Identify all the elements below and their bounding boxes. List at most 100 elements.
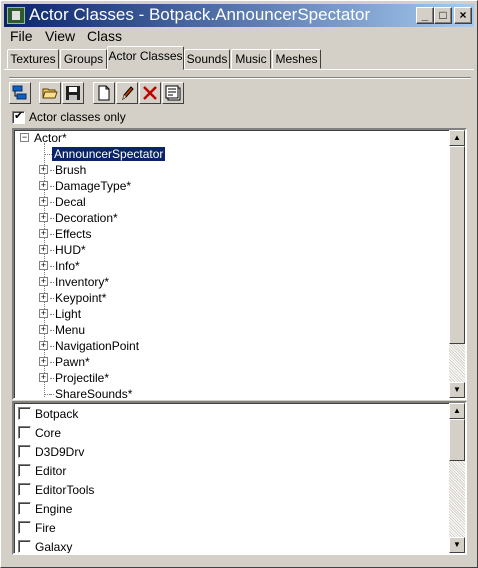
tree-connector (50, 234, 54, 235)
tab-actor-classes[interactable]: Actor Classes (107, 46, 184, 70)
tree-node[interactable]: Inventory* (55, 274, 109, 290)
delete-x-icon[interactable] (139, 82, 161, 104)
tree-node[interactable]: Projectile* (55, 370, 109, 386)
menu-class[interactable]: Class (87, 28, 122, 44)
expand-icon[interactable]: + (39, 181, 48, 190)
tree-node[interactable]: Menu (55, 322, 85, 338)
package-list-item[interactable]: Botpack (18, 404, 78, 422)
expand-icon[interactable]: + (39, 325, 48, 334)
tree-node[interactable]: Info* (55, 258, 80, 274)
tree-connector (50, 186, 54, 187)
open-folder-icon[interactable] (39, 82, 61, 104)
tree-connector (50, 218, 54, 219)
package-list-item[interactable]: Core (18, 423, 61, 441)
collapse-icon[interactable]: − (20, 133, 29, 142)
tree-connector (50, 250, 54, 251)
menu-view[interactable]: View (45, 28, 75, 44)
expand-icon[interactable]: + (39, 165, 48, 174)
package-label: D3D9Drv (35, 444, 85, 459)
tree-scrollbar[interactable]: ▲ ▼ (449, 130, 465, 398)
window-title: Actor Classes - Botpack.AnnouncerSpectat… (29, 5, 371, 24)
tree-view-icon[interactable] (9, 82, 31, 104)
toolbar (9, 82, 189, 104)
package-list-item[interactable]: Engine (18, 499, 72, 517)
actor-classes-only-checkbox[interactable]: Actor classes only (12, 109, 126, 126)
tab-textures[interactable]: Textures (7, 49, 59, 69)
tree-node[interactable]: Keypoint* (55, 290, 106, 306)
save-icon[interactable] (62, 82, 84, 104)
package-list-item[interactable]: EditorTools (18, 480, 94, 498)
expand-icon[interactable]: + (39, 197, 48, 206)
package-label: Editor (35, 463, 67, 478)
tree-connector (50, 346, 54, 347)
tab-sounds[interactable]: Sounds (184, 49, 230, 69)
tree-connector (50, 314, 54, 315)
scroll-down-arrow-icon[interactable]: ▼ (449, 537, 465, 553)
properties-icon[interactable] (162, 82, 184, 104)
tab-groups[interactable]: Groups (60, 49, 107, 69)
package-label: EditorTools (35, 482, 95, 497)
tree-node[interactable]: Decal (55, 194, 86, 210)
app-icon (7, 7, 25, 24)
tree-node[interactable]: Light (55, 306, 81, 322)
package-checkbox[interactable] (18, 464, 31, 478)
expand-icon[interactable]: + (39, 245, 48, 254)
class-tree[interactable]: − Actor* AnnouncerSpectator + Brush + DamageTy… (12, 128, 467, 400)
tab-music[interactable]: Music (231, 49, 271, 69)
tree-node[interactable]: Effects (55, 226, 91, 242)
tree-node[interactable]: NavigationPoint (55, 338, 139, 354)
expand-icon[interactable]: + (39, 229, 48, 238)
package-checkbox[interactable] (18, 540, 31, 553)
tab-meshes[interactable]: Meshes (272, 49, 321, 69)
tree-node[interactable]: Brush (55, 162, 86, 178)
new-document-icon[interactable] (93, 82, 115, 104)
package-scrollbar[interactable]: ▲ ▼ (449, 403, 465, 553)
package-checkbox[interactable] (18, 502, 31, 516)
package-list-item[interactable]: Editor (18, 461, 66, 479)
package-list-item[interactable]: Galaxy (18, 537, 73, 554)
tree-node[interactable]: HUD* (55, 242, 86, 258)
tree-node[interactable]: ShareSounds* (55, 386, 132, 398)
expand-icon[interactable]: + (39, 261, 48, 270)
checkbox-box[interactable] (12, 109, 25, 124)
tree-node[interactable]: Decoration* (55, 210, 118, 226)
package-checkbox[interactable] (18, 407, 31, 421)
close-button[interactable]: × (454, 7, 472, 24)
minimize-button[interactable]: _ (416, 7, 434, 24)
tree-connector (50, 394, 54, 395)
tree-node[interactable]: Pawn* (55, 354, 90, 370)
edit-pencil-icon[interactable] (116, 82, 138, 104)
checkbox-label: Actor classes only (29, 110, 126, 124)
menu-file-label: File (10, 28, 33, 44)
expand-icon[interactable]: + (39, 213, 48, 222)
scroll-thumb[interactable] (449, 419, 465, 461)
expand-icon[interactable]: + (39, 277, 48, 286)
tree-node-selected[interactable]: AnnouncerSpectator (50, 146, 167, 162)
package-list-item[interactable]: D3D9Drv (18, 442, 84, 460)
expand-icon[interactable]: + (39, 357, 48, 366)
package-list-item[interactable]: Fire (18, 518, 56, 536)
scroll-thumb[interactable] (449, 146, 465, 344)
maximize-button[interactable]: □ (434, 7, 452, 24)
package-checkbox[interactable] (18, 426, 31, 440)
package-checkbox[interactable] (18, 483, 31, 497)
actor-classes-window: Actor Classes - Botpack.AnnouncerSpectat… (0, 0, 478, 568)
menu-file[interactable]: File (10, 28, 33, 44)
title-bar[interactable]: Actor Classes - Botpack.AnnouncerSpectat… (4, 4, 474, 27)
scroll-up-arrow-icon[interactable]: ▲ (449, 403, 465, 419)
package-list[interactable]: Botpack Core D3D9Drv Editor EditorTools Engin… (12, 401, 467, 555)
package-checkbox[interactable] (18, 521, 31, 535)
tree-node[interactable]: DamageType* (55, 178, 131, 194)
menu-bar: File View Class (4, 28, 474, 46)
scroll-down-arrow-icon[interactable]: ▼ (449, 382, 465, 398)
expand-icon[interactable]: + (39, 293, 48, 302)
scroll-up-arrow-icon[interactable]: ▲ (449, 130, 465, 146)
tab-panel-border (4, 69, 474, 70)
tree-node-root[interactable]: Actor* (34, 130, 67, 146)
expand-icon[interactable]: + (39, 373, 48, 382)
package-label: Galaxy (35, 539, 73, 554)
package-checkbox[interactable] (18, 445, 31, 459)
tree-connector (50, 266, 54, 267)
expand-icon[interactable]: + (39, 341, 48, 350)
expand-icon[interactable]: + (39, 309, 48, 318)
